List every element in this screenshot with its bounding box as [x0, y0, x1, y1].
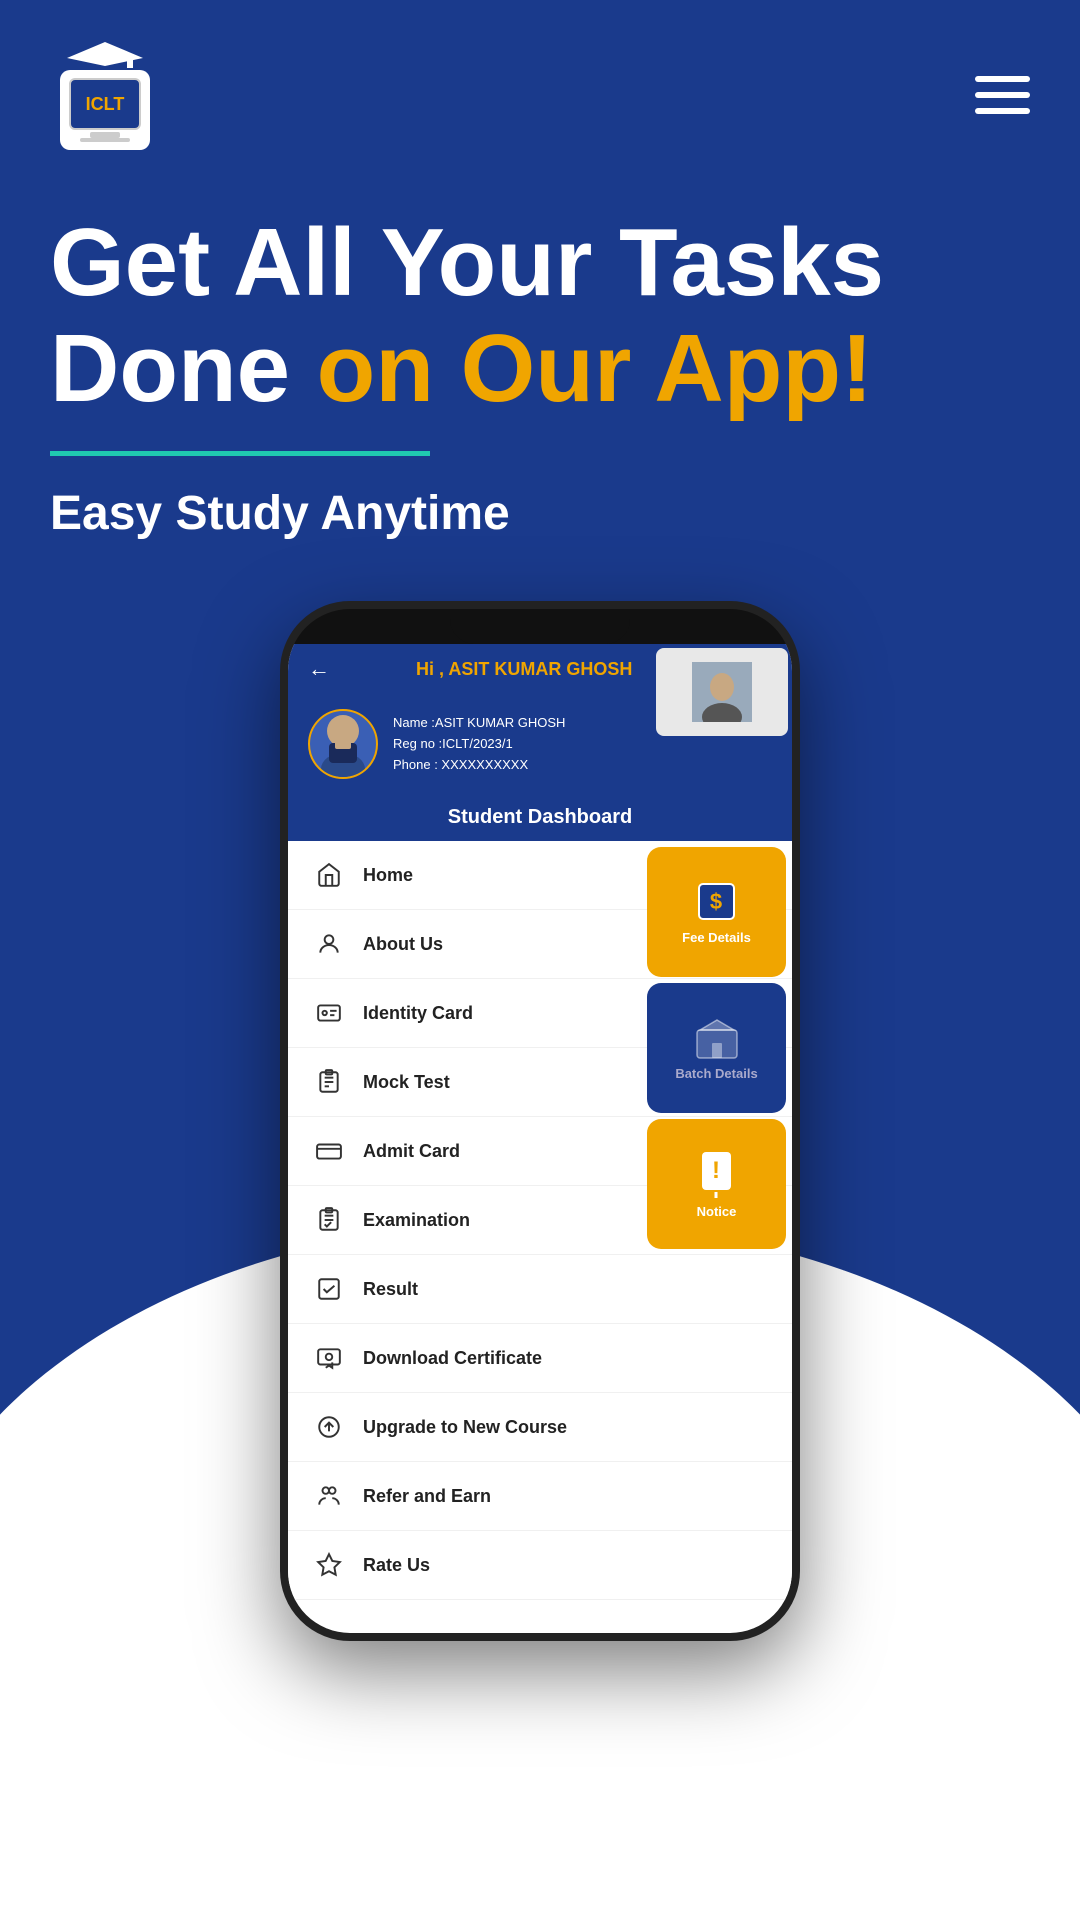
clipboard-icon: [313, 1066, 345, 1098]
certificate-icon: [313, 1342, 345, 1374]
side-image: [692, 662, 752, 722]
hero-title: Get All Your Tasks Done on Our App!: [50, 210, 1030, 421]
batch-details-label: Batch Details: [675, 1066, 757, 1081]
batch-icon: [692, 1015, 742, 1060]
fee-icon: $: [694, 879, 739, 924]
result-icon: [313, 1273, 345, 1305]
side-cards-panel: $ Fee Details Batch Details: [647, 841, 792, 1255]
greeting-text: Hi , ASIT KUMAR GHOSH: [416, 659, 632, 680]
menu-section: Home About Us Identity Car: [288, 841, 792, 1600]
hero-divider: [50, 451, 430, 456]
app-header: ICLT: [0, 0, 1080, 170]
notice-label: Notice: [697, 1204, 737, 1219]
menu-exam-label: Examination: [363, 1210, 470, 1231]
hamburger-menu-button[interactable]: [975, 76, 1030, 114]
menu-item-upgrade[interactable]: Upgrade to New Course: [288, 1393, 792, 1462]
exam-icon: [313, 1204, 345, 1236]
home-icon: [313, 859, 345, 891]
id-card-icon: [313, 997, 345, 1029]
phone-notch: [450, 609, 630, 644]
notice-icon: !: [694, 1150, 739, 1198]
menu-mock-label: Mock Test: [363, 1072, 450, 1093]
fee-details-label: Fee Details: [682, 930, 751, 945]
phone-device: ← Hi , ASIT KUMAR GHOSH 🔔 ➔: [280, 601, 800, 1641]
admit-card-icon: [313, 1135, 345, 1167]
menu-result-label: Result: [363, 1279, 418, 1300]
batch-details-card[interactable]: Batch Details: [647, 983, 786, 1113]
hero-section: Get All Your Tasks Done on Our App! Easy…: [0, 170, 1080, 541]
menu-certificate-label: Download Certificate: [363, 1348, 542, 1369]
student-reg: Reg no :ICLT/2023/1: [393, 734, 565, 755]
svg-text:!: !: [712, 1157, 720, 1184]
student-details: Name :ASIT KUMAR GHOSH Reg no :ICLT/2023…: [393, 713, 565, 775]
menu-refer-label: Refer and Earn: [363, 1486, 491, 1507]
menu-item-rate[interactable]: Rate Us: [288, 1531, 792, 1600]
menu-item-certificate[interactable]: Download Certificate: [288, 1324, 792, 1393]
menu-admit-label: Admit Card: [363, 1141, 460, 1162]
student-info-card: Name :ASIT KUMAR GHOSH Reg no :ICLT/2023…: [288, 694, 792, 794]
fee-details-card[interactable]: $ Fee Details: [647, 847, 786, 977]
user-icon: [313, 928, 345, 960]
student-name: Name :ASIT KUMAR GHOSH: [393, 713, 565, 734]
logo: ICLT: [50, 40, 160, 150]
back-arrow-icon[interactable]: ←: [308, 656, 330, 682]
star-icon: [313, 1549, 345, 1581]
menu-identity-label: Identity Card: [363, 1003, 473, 1024]
notice-card[interactable]: ! Notice: [647, 1119, 786, 1249]
student-avatar: [308, 709, 378, 779]
student-phone: Phone : XXXXXXXXXX: [393, 755, 565, 776]
upgrade-icon: [313, 1411, 345, 1443]
svg-text:$: $: [710, 889, 722, 914]
avatar-illustration: [313, 709, 373, 779]
menu-home-label: Home: [363, 865, 413, 886]
menu-rate-label: Rate Us: [363, 1555, 430, 1576]
hero-subtitle: Easy Study Anytime: [50, 486, 1030, 541]
menu-upgrade-label: Upgrade to New Course: [363, 1417, 567, 1438]
refer-icon: [313, 1480, 345, 1512]
menu-item-result[interactable]: Result: [288, 1255, 792, 1324]
menu-item-refer[interactable]: Refer and Earn: [288, 1462, 792, 1531]
phone-mockup-area: ← Hi , ASIT KUMAR GHOSH 🔔 ➔: [0, 601, 1080, 1641]
phone-screen: ← Hi , ASIT KUMAR GHOSH 🔔 ➔: [288, 644, 792, 1633]
menu-about-label: About Us: [363, 934, 443, 955]
